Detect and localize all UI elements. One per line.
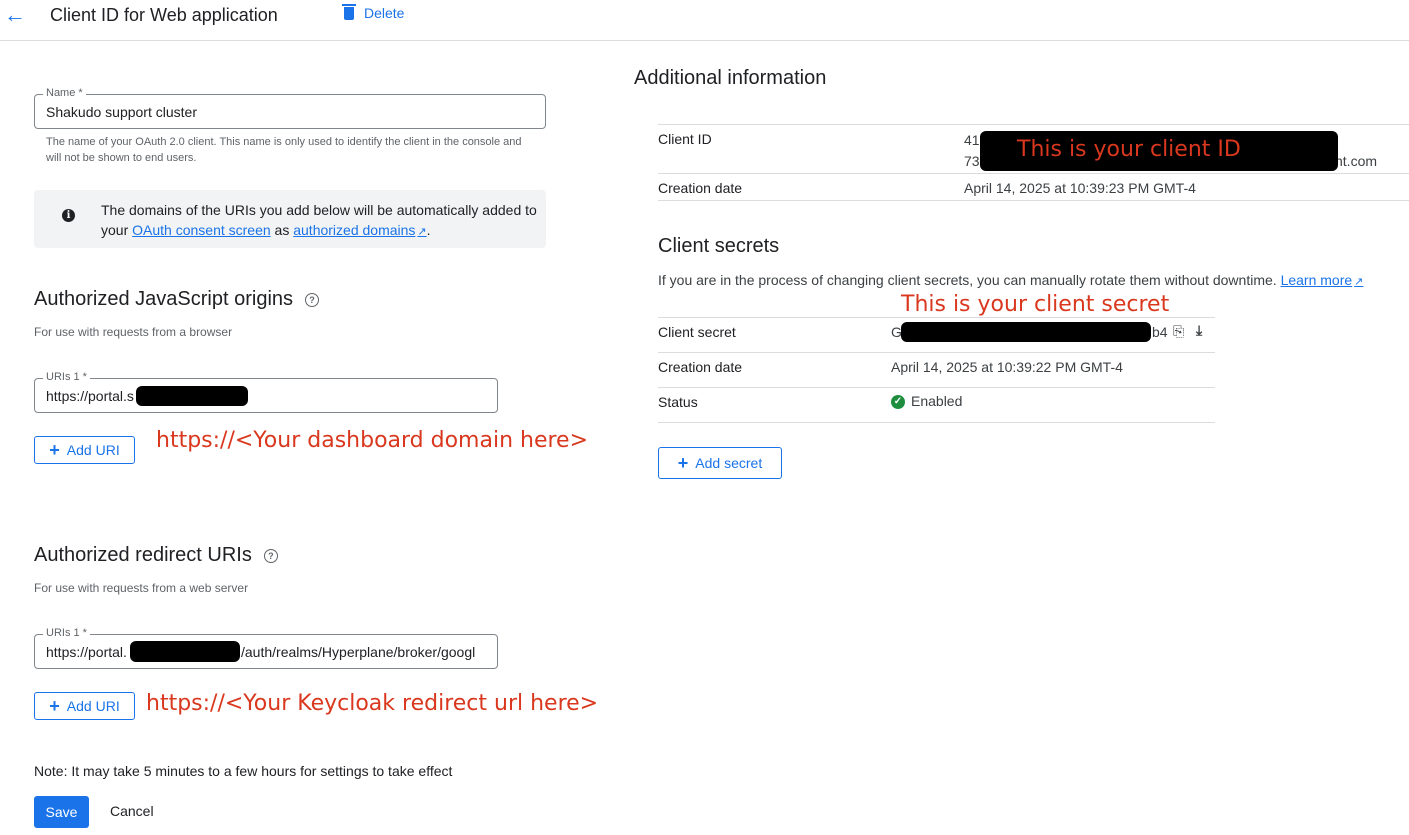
divider <box>658 200 1409 201</box>
client-secrets-heading: Client secrets <box>658 235 780 257</box>
redaction-mark <box>901 322 1151 342</box>
client-creation-date-value: April 14, 2025 at 10:39:23 PM GMT-4 <box>964 180 1196 196</box>
client-id-annotation: This is your client ID <box>1017 137 1241 162</box>
name-field[interactable]: Shakudo support cluster <box>34 94 546 129</box>
authorized-domains-label: authorized domains <box>293 222 416 238</box>
name-value: Shakudo support cluster <box>46 104 197 120</box>
client-secret-label: Client secret <box>658 324 736 340</box>
add-redirect-uri-button[interactable]: + Add URI <box>34 692 135 720</box>
help-icon[interactable]: ? <box>305 292 320 307</box>
name-hint: The name of your OAuth 2.0 client. This … <box>46 136 522 164</box>
status-value: ✓ Enabled <box>891 393 963 410</box>
js-origins-subtitle: For use with requests from a browser <box>34 325 233 339</box>
add-secret-button[interactable]: + Add secret <box>658 447 782 479</box>
add-uri-label: Add URI <box>66 698 120 714</box>
external-link-icon: ↗ <box>417 226 427 238</box>
download-icon[interactable]: ⤓ <box>1196 322 1202 339</box>
plus-icon: + <box>677 453 689 473</box>
redirect-uris-heading: Authorized redirect URIs? <box>34 544 278 567</box>
client-id-line1: 41 <box>964 132 980 148</box>
additional-info-heading: Additional information <box>634 67 827 89</box>
js-origin-uri-field[interactable]: https://portal.s <box>34 378 498 413</box>
client-id-label: Client ID <box>658 131 712 147</box>
add-uri-label: Add URI <box>66 442 120 458</box>
redirect-uris-heading-text: Authorized redirect URIs <box>34 544 252 566</box>
client-id-line2-start: 73 <box>964 153 980 169</box>
js-origins-heading-text: Authorized JavaScript origins <box>34 288 294 310</box>
back-arrow-icon[interactable]: ← <box>4 3 26 27</box>
redaction-mark <box>136 386 248 406</box>
name-field-label: Name * <box>43 87 86 99</box>
info-banner-text: The domains of the URIs you add below wi… <box>101 200 541 242</box>
secret-creation-date-value: April 14, 2025 at 10:39:22 PM GMT-4 <box>891 359 1123 375</box>
add-secret-label: Add secret <box>695 455 763 471</box>
client-secret-annotation: This is your client secret <box>901 292 1170 317</box>
secret-creation-date-label: Creation date <box>658 359 743 375</box>
js-origin-uri-label: URIs 1 * <box>43 371 90 383</box>
divider <box>658 317 1215 318</box>
save-button[interactable]: Save <box>34 796 89 828</box>
status-text: Enabled <box>911 393 963 409</box>
client-creation-date-label: Creation date <box>658 180 743 196</box>
add-js-origin-button[interactable]: + Add URI <box>34 436 135 464</box>
divider <box>658 124 1409 125</box>
redirect-uri-value-start: https://portal. <box>46 644 127 660</box>
redirect-uri-label: URIs 1 * <box>43 627 90 639</box>
help-icon[interactable]: ? <box>263 548 278 563</box>
status-label: Status <box>658 394 698 410</box>
trash-icon <box>342 4 356 21</box>
external-link-icon: ↗ <box>1354 276 1364 288</box>
divider <box>658 173 1409 174</box>
client-secrets-description: If you are in the process of changing cl… <box>658 272 1363 288</box>
oauth-consent-screen-link[interactable]: OAuth consent screen <box>132 222 271 238</box>
plus-icon: + <box>49 440 60 460</box>
redirect-uris-subtitle: For use with requests from a web server <box>34 581 249 595</box>
client-secrets-description-text: If you are in the process of changing cl… <box>658 272 1277 288</box>
info-text-after: . <box>426 222 431 238</box>
check-circle-icon: ✓ <box>891 395 905 410</box>
keycloak-redirect-annotation: https://<Your Keycloak redirect url here… <box>146 691 599 716</box>
delete-button[interactable]: Delete <box>342 4 405 21</box>
authorized-domains-link[interactable]: authorized domains ↗ <box>293 222 426 238</box>
divider <box>658 422 1215 423</box>
learn-more-link[interactable]: Learn more ↗ <box>1281 272 1364 288</box>
copy-icon[interactable]: ⎘ <box>1173 323 1184 340</box>
js-origin-uri-value: https://portal.s <box>46 388 134 404</box>
js-origins-heading: Authorized JavaScript origins? <box>34 288 320 311</box>
settings-note: Note: It may take 5 minutes to a few hou… <box>34 763 453 779</box>
divider <box>658 387 1215 388</box>
plus-icon: + <box>49 696 60 716</box>
client-id-line2-end: nt.com <box>1335 153 1378 169</box>
divider <box>658 352 1215 353</box>
redirect-uri-value-end: /auth/realms/Hyperplane/broker/googl <box>241 644 476 660</box>
cancel-button[interactable]: Cancel <box>110 803 154 819</box>
redirect-uri-field[interactable]: https://portal. /auth/realms/Hyperplane/… <box>34 634 498 669</box>
redaction-mark <box>130 641 240 662</box>
delete-label: Delete <box>364 4 405 21</box>
learn-more-label: Learn more <box>1280 272 1353 288</box>
dashboard-domain-annotation: https://<Your dashboard domain here> <box>156 428 589 453</box>
client-secret-end: b4 <box>1152 324 1168 340</box>
page-title: Client ID for Web application <box>50 5 278 25</box>
info-text-middle: as <box>274 222 290 238</box>
info-icon: i <box>62 209 75 222</box>
